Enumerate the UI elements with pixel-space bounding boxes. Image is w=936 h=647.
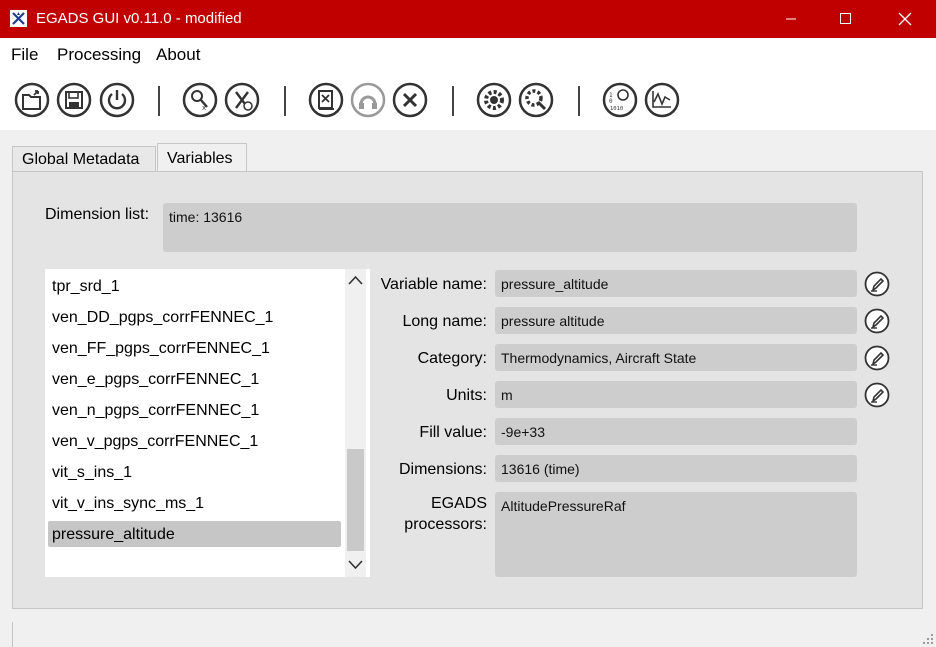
- scrollbar-thumb[interactable]: [347, 449, 364, 551]
- category-label: Category:: [417, 350, 487, 367]
- list-item[interactable]: ven_n_pgps_corrFENNEC_1: [48, 397, 341, 423]
- list-item[interactable]: vit_v_ins_sync_ms_1: [48, 490, 341, 516]
- processors-field[interactable]: AltitudePressureRaf: [495, 492, 857, 577]
- edit-variable-name-icon[interactable]: [864, 271, 890, 297]
- list-item[interactable]: ven_v_pgps_corrFENNEC_1: [48, 428, 341, 454]
- variable-list-scrollbar[interactable]: [345, 269, 366, 577]
- menu-about[interactable]: About: [156, 45, 200, 65]
- toolbar-separator: [452, 86, 454, 116]
- tab-variables[interactable]: Variables: [157, 143, 247, 171]
- list-item[interactable]: ven_FF_pgps_corrFENNEC_1: [48, 335, 341, 361]
- processors-label-line1: EGADS: [430, 495, 487, 512]
- dimensions-label: Dimensions:: [398, 461, 487, 478]
- edit-long-name-icon[interactable]: [864, 308, 890, 334]
- svg-text:1010: 1010: [610, 106, 623, 112]
- close-button[interactable]: [876, 0, 934, 38]
- fill-value-label: Fill value:: [419, 424, 487, 441]
- edit-category-icon[interactable]: [864, 345, 890, 371]
- svg-text:0: 0: [609, 98, 613, 105]
- close-icon: [898, 12, 912, 26]
- variable-name-label: Variable name:: [380, 276, 487, 293]
- list-item[interactable]: vit_s_ins_1: [48, 459, 341, 485]
- dimension-list-field[interactable]: time: 13616: [163, 203, 857, 252]
- save-file-icon[interactable]: [56, 82, 92, 118]
- app-icon: [10, 10, 27, 27]
- plot-icon[interactable]: [644, 82, 680, 118]
- svg-text:x: x: [202, 104, 206, 112]
- dimensions-field[interactable]: 13616 (time): [495, 455, 857, 482]
- long-name-field[interactable]: pressure altitude: [495, 307, 857, 334]
- menu-processing[interactable]: Processing: [57, 45, 141, 65]
- processors-label-line2: processors:: [404, 516, 487, 533]
- list-item[interactable]: ven_e_pgps_corrFENNEC_1: [48, 366, 341, 392]
- list-item-selected[interactable]: pressure_altitude: [48, 521, 341, 547]
- list-item[interactable]: tpr_srd_1: [48, 273, 341, 299]
- algorithm-settings-icon[interactable]: [518, 82, 554, 118]
- processing-settings-icon[interactable]: [476, 82, 512, 118]
- minimize-icon: [786, 18, 796, 20]
- menu-bar: File Processing About: [0, 38, 936, 70]
- toolbar: x 1 0 1010: [0, 70, 936, 130]
- scroll-down-icon[interactable]: [348, 560, 363, 570]
- menu-file[interactable]: File: [11, 45, 38, 65]
- undo-icon[interactable]: [350, 82, 386, 118]
- units-label: Units:: [446, 387, 487, 404]
- resize-grip-icon[interactable]: [922, 633, 934, 645]
- edit-units-icon[interactable]: [864, 382, 890, 408]
- close-file-icon[interactable]: [392, 82, 428, 118]
- variable-list[interactable]: tpr_srd_1 ven_DD_pgps_corrFENNEC_1 ven_F…: [45, 269, 370, 577]
- dimension-list-label: Dimension list:: [45, 206, 150, 223]
- variable-name-field[interactable]: pressure_altitude: [495, 270, 857, 297]
- delete-variable-icon[interactable]: [224, 82, 260, 118]
- window-title: EGADS GUI v0.11.0 - modified: [36, 10, 242, 27]
- minimize-button[interactable]: [762, 0, 820, 38]
- units-field[interactable]: m: [495, 381, 857, 408]
- maximize-icon: [840, 13, 851, 24]
- long-name-label: Long name:: [402, 313, 487, 330]
- open-file-icon[interactable]: [14, 82, 50, 118]
- power-icon[interactable]: [99, 82, 135, 118]
- title-bar: EGADS GUI v0.11.0 - modified: [0, 0, 936, 38]
- toolbar-separator: [578, 86, 580, 116]
- tab-global-metadata[interactable]: Global Metadata: [12, 146, 156, 172]
- data-display-icon[interactable]: 1 0 1010: [602, 82, 638, 118]
- toolbar-separator: [158, 86, 160, 116]
- toolbar-separator: [284, 86, 286, 116]
- fill-value-field[interactable]: -9e+33: [495, 418, 857, 445]
- list-item[interactable]: ven_DD_pgps_corrFENNEC_1: [48, 304, 341, 330]
- maximize-button[interactable]: [817, 0, 875, 38]
- status-bar: [12, 622, 924, 647]
- category-field[interactable]: Thermodynamics, Aircraft State: [495, 344, 857, 371]
- delete-metadata-icon[interactable]: [308, 82, 344, 118]
- search-variable-icon[interactable]: x: [182, 82, 218, 118]
- scroll-up-icon[interactable]: [348, 275, 363, 285]
